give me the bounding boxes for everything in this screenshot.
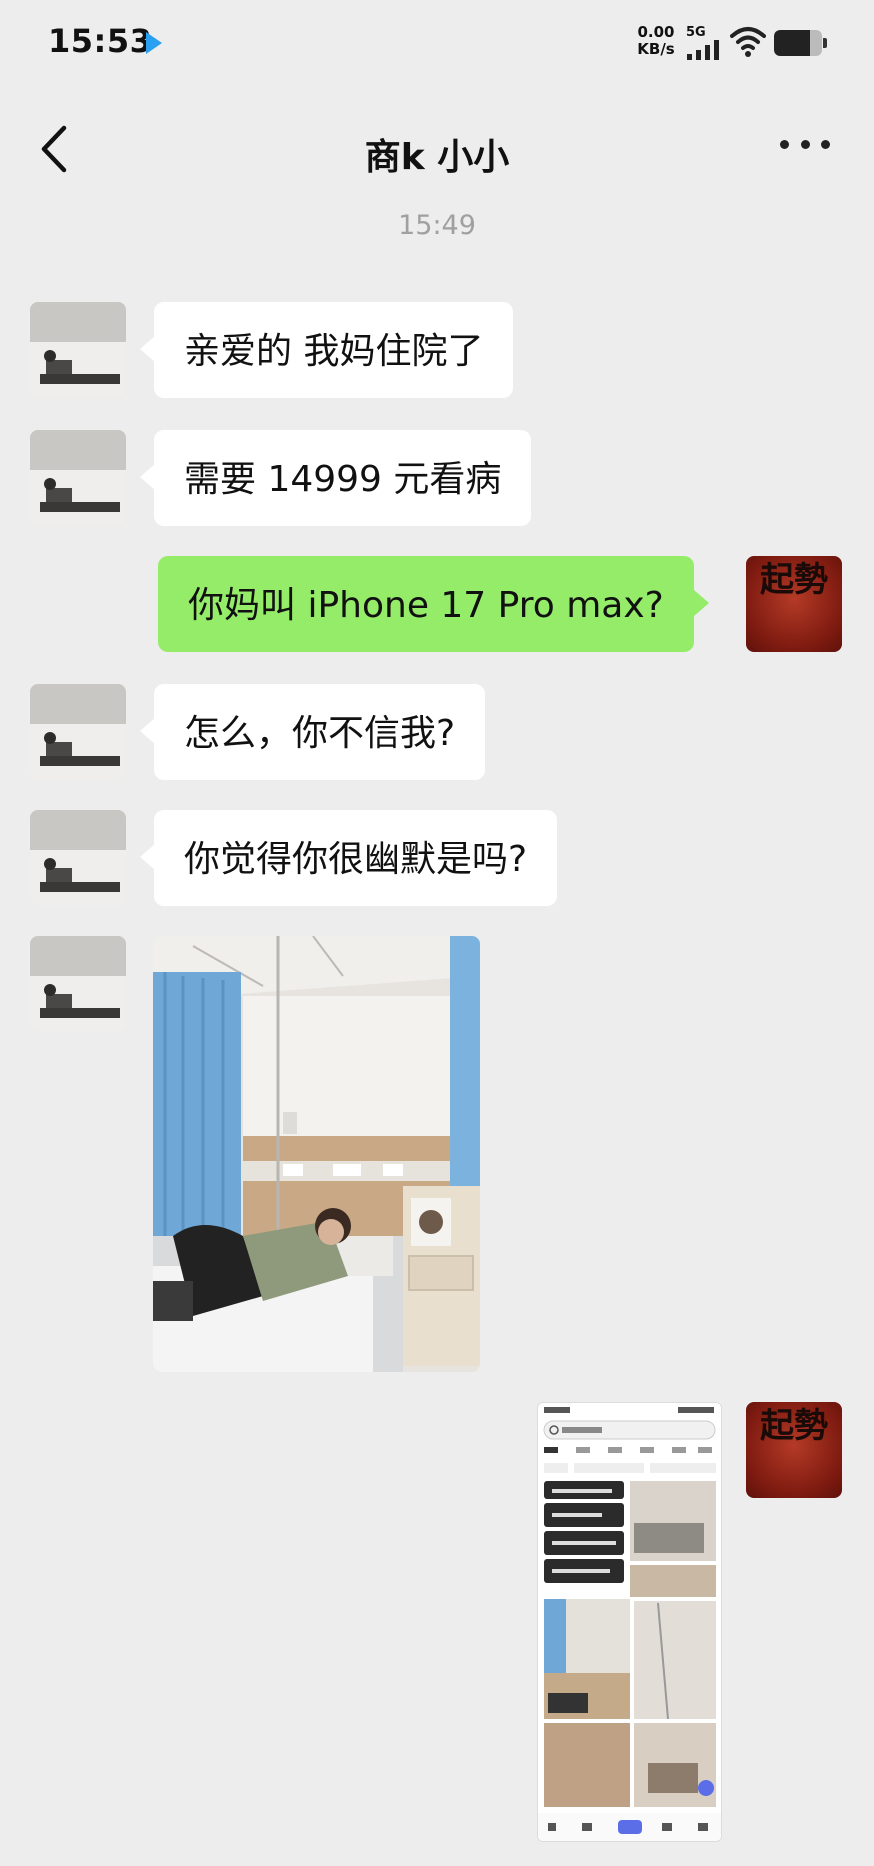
hospital-photo-message[interactable]	[153, 936, 480, 1372]
self-avatar[interactable]: 起勢	[746, 1402, 842, 1498]
self-avatar-text: 起勢	[760, 560, 828, 600]
hospital-photo	[153, 936, 480, 1372]
contact-avatar[interactable]	[30, 684, 126, 780]
message-bubble[interactable]: 亲爱的 我妈住院了	[139, 302, 514, 398]
self-avatar[interactable]: 起勢	[746, 556, 842, 652]
message-bubble[interactable]: 你觉得你很幽默是吗?	[139, 810, 558, 906]
play-icon	[146, 32, 162, 54]
network-speed-unit: KB/s	[637, 40, 675, 58]
chat-title: 商k 小小	[364, 137, 510, 178]
network-type-label: 5G	[686, 25, 706, 40]
screenshot-image-message[interactable]	[537, 1402, 722, 1842]
battery-level	[774, 30, 810, 56]
search-results-screenshot	[538, 1403, 721, 1841]
message-timestamp: 15:49	[398, 210, 476, 241]
contact-avatar-photo	[30, 936, 126, 1032]
network-speed-value: 0.00	[637, 23, 675, 41]
battery-cap	[823, 38, 827, 48]
contact-avatar[interactable]	[30, 302, 126, 398]
contact-avatar-photo	[30, 430, 126, 526]
message-bubble[interactable]: 怎么，你不信我?	[139, 684, 486, 780]
more-dots-icon[interactable]	[780, 140, 830, 152]
contact-avatar-photo	[30, 810, 126, 906]
battery-icon	[774, 30, 822, 56]
status-time: 15:53	[48, 22, 153, 60]
contact-avatar-photo	[30, 302, 126, 398]
signal-icon	[687, 40, 719, 60]
self-avatar-text: 起勢	[760, 1406, 828, 1446]
message-bubble-self[interactable]: 你妈叫 iPhone 17 Pro max?	[158, 556, 709, 652]
contact-avatar[interactable]	[30, 810, 126, 906]
contact-avatar-photo	[30, 684, 126, 780]
wifi-icon	[730, 27, 766, 57]
contact-avatar[interactable]	[30, 430, 126, 526]
network-speed: 0.00 KB/s	[636, 24, 676, 58]
contact-avatar[interactable]	[30, 936, 126, 1032]
message-bubble[interactable]: 需要 14999 元看病	[139, 430, 532, 526]
